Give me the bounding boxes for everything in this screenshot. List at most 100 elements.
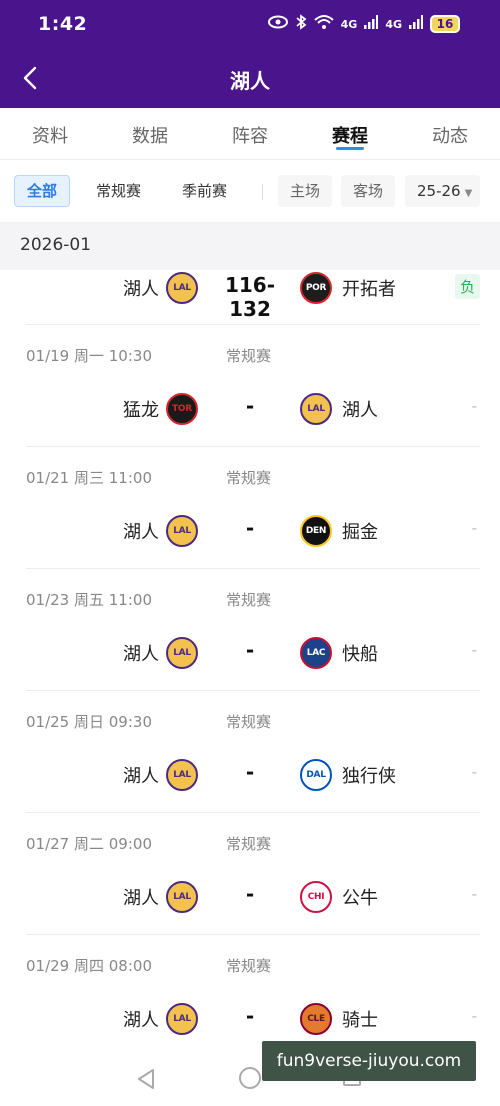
result-badge: - xyxy=(471,641,477,659)
status-bar: 1:42 4G 4G 16 xyxy=(0,0,500,52)
score: - xyxy=(245,882,255,906)
away-team-name: 湖人 xyxy=(342,400,378,421)
score: 116-132 xyxy=(224,273,276,321)
tab-news[interactable]: 动态 xyxy=(400,108,500,159)
game-date: 01/29 周四 08:00 xyxy=(26,957,152,975)
team-logo-icon: DAL xyxy=(300,759,332,791)
tab-profile[interactable]: 资料 xyxy=(0,108,100,159)
game-date: 01/21 周三 11:00 xyxy=(26,469,152,487)
game-item[interactable]: 湖人 LAL 116-132 POR 开拓者 负 xyxy=(26,270,480,325)
tab-label: 赛程 xyxy=(332,126,368,147)
team-logo-icon: LAL xyxy=(166,1003,198,1035)
bluetooth-icon xyxy=(295,14,307,34)
matchup-row: 湖人 LAL 116-132 POR 开拓者 负 xyxy=(26,270,480,321)
game-item[interactable]: 01/21 周三 11:00 常规赛 湖人 LAL - DEN 掘金 - xyxy=(26,447,480,569)
filter-bar: 全部 常规赛 季前赛 主场 客场 25-26 ▼ xyxy=(0,160,500,222)
tab-label: 阵容 xyxy=(232,126,268,147)
game-item[interactable]: 01/27 周二 09:00 常规赛 湖人 LAL - CHI 公牛 - xyxy=(26,813,480,935)
season-select[interactable]: 25-26 ▼ xyxy=(405,175,481,207)
game-type: 常规赛 xyxy=(226,347,272,365)
home-team-name: 湖人 xyxy=(123,888,159,909)
filter-all-button[interactable]: 全部 xyxy=(14,175,71,207)
filter-home-button[interactable]: 主场 xyxy=(278,175,333,207)
filter-divider xyxy=(262,184,263,200)
matchup-row: 湖人 LAL - CHI 公牛 - xyxy=(26,879,480,915)
season-value: 25-26 xyxy=(417,182,461,200)
game-item[interactable]: 01/19 周一 10:30 常规赛 猛龙 TOR - LAL 湖人 - xyxy=(26,325,480,447)
game-type: 常规赛 xyxy=(226,591,272,609)
active-tab-indicator xyxy=(336,147,364,150)
team-logo-icon: CHI xyxy=(300,881,332,913)
team-logo-icon: LAL xyxy=(166,759,198,791)
month-header: 2026-01 xyxy=(0,222,500,270)
filter-preseason-button[interactable]: 季前赛 xyxy=(170,175,239,207)
score: - xyxy=(245,394,255,418)
tab-label: 动态 xyxy=(432,126,468,147)
game-date: 01/27 周二 09:00 xyxy=(26,835,152,853)
filter-regular-season-button[interactable]: 常规赛 xyxy=(84,175,153,207)
app-header: 1:42 4G 4G 16 湖人 xyxy=(0,0,500,108)
matchup-row: 湖人 LAL - DEN 掘金 - xyxy=(26,513,480,549)
away-team-name: 快船 xyxy=(342,644,378,665)
filter-away-button[interactable]: 客场 xyxy=(341,175,396,207)
game-date: 01/19 周一 10:30 xyxy=(26,347,152,365)
team-logo-icon: POR xyxy=(300,272,332,304)
result-badge: 负 xyxy=(454,274,480,299)
matchup-row: 湖人 LAL - DAL 独行侠 - xyxy=(26,757,480,793)
game-date: 01/23 周五 11:00 xyxy=(26,591,152,609)
game-item[interactable]: 01/25 周日 09:30 常规赛 湖人 LAL - DAL 独行侠 - xyxy=(26,691,480,813)
home-team-name: 湖人 xyxy=(123,644,159,665)
away-team-name: 独行侠 xyxy=(342,766,396,787)
team-logo-icon: LAL xyxy=(166,272,198,304)
home-team-name: 湖人 xyxy=(123,1010,159,1031)
game-type: 常规赛 xyxy=(226,469,272,487)
home-team-name: 猛龙 xyxy=(123,400,159,421)
tab-roster[interactable]: 阵容 xyxy=(200,108,300,159)
nav-home-icon[interactable] xyxy=(239,1067,261,1089)
title-bar: 湖人 xyxy=(0,52,500,104)
game-item[interactable]: 01/23 周五 11:00 常规赛 湖人 LAL - LAC 快船 - xyxy=(26,569,480,691)
watermark: fun9verse-jiuyou.com xyxy=(262,1041,476,1081)
month-label: 2026-01 xyxy=(20,235,92,255)
away-team-name: 公牛 xyxy=(342,888,378,909)
home-team-name: 湖人 xyxy=(123,766,159,787)
team-logo-icon: LAL xyxy=(300,393,332,425)
game-item[interactable]: 01/29 周四 08:00 常规赛 湖人 LAL - CLE 骑士 - xyxy=(26,935,480,1057)
matchup-row: 湖人 LAL - LAC 快船 - xyxy=(26,635,480,671)
signal-icon-2: 4G xyxy=(385,17,402,31)
signal-icon-1: 4G xyxy=(340,17,358,31)
caret-down-icon: ▼ xyxy=(464,188,473,199)
team-logo-icon: LAL xyxy=(166,881,198,913)
score: - xyxy=(245,516,255,540)
away-team-name: 骑士 xyxy=(342,1010,378,1031)
game-type: 常规赛 xyxy=(226,957,272,975)
team-logo-icon: TOR xyxy=(166,393,198,425)
page-title: 湖人 xyxy=(230,69,270,93)
home-team-name: 湖人 xyxy=(123,279,159,300)
result-badge: - xyxy=(471,763,477,781)
battery-icon: 16 xyxy=(430,15,460,33)
status-time: 1:42 xyxy=(38,13,88,35)
away-team-name: 掘金 xyxy=(342,522,378,543)
game-type: 常规赛 xyxy=(226,835,272,853)
signal-bars-icon-2 xyxy=(409,15,423,33)
result-badge: - xyxy=(471,885,477,903)
tab-label: 资料 xyxy=(32,126,68,147)
result-badge: - xyxy=(471,519,477,537)
matchup-row: 猛龙 TOR - LAL 湖人 - xyxy=(26,391,480,427)
team-logo-icon: CLE xyxy=(300,1003,332,1035)
team-logo-icon: LAC xyxy=(300,637,332,669)
nav-back-icon[interactable] xyxy=(136,1068,156,1094)
tab-schedule[interactable]: 赛程 xyxy=(300,108,400,159)
team-logo-icon: LAL xyxy=(166,515,198,547)
team-logo-icon: DEN xyxy=(300,515,332,547)
tab-stats[interactable]: 数据 xyxy=(100,108,200,159)
score: - xyxy=(245,638,255,662)
team-logo-icon: LAL xyxy=(166,637,198,669)
wifi-icon xyxy=(313,14,334,34)
result-badge: - xyxy=(471,1007,477,1025)
team-tabs: 资料 数据 阵容 赛程 动态 xyxy=(0,108,500,160)
eye-icon xyxy=(267,15,288,33)
game-type: 常规赛 xyxy=(226,713,272,731)
signal-bars-icon-1 xyxy=(364,15,379,33)
